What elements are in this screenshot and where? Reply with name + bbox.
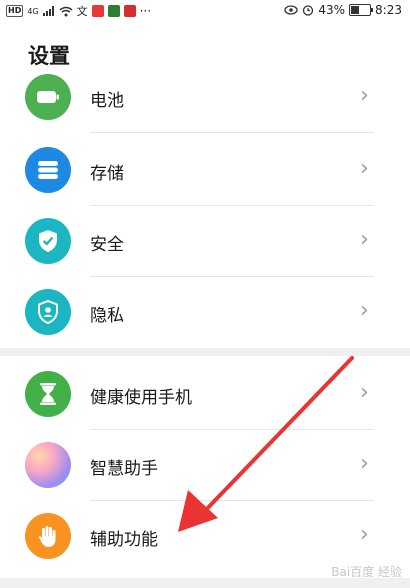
- signal-icon: [42, 6, 54, 16]
- status-bar: HD 4G 文 ··· 43% 8:23: [0, 0, 410, 22]
- settings-item-label: 健康使用手机: [90, 388, 192, 408]
- settings-item-digital-balance[interactable]: 健康使用手机 ›: [0, 359, 410, 430]
- shield-check-icon: [25, 218, 71, 264]
- settings-item-label: 隐私: [90, 306, 124, 326]
- settings-item-label: 智慧助手: [90, 459, 158, 479]
- hourglass-icon: [25, 371, 71, 417]
- settings-group-bottom: 健康使用手机 › 智慧助手 › 辅助功能 ›: [0, 356, 410, 578]
- battery-percent: 43%: [318, 3, 346, 17]
- divider: [90, 132, 374, 133]
- hand-icon: [25, 513, 71, 559]
- signal-label: 4G: [27, 6, 39, 16]
- wifi-icon: [59, 6, 73, 16]
- eye-icon: [284, 5, 299, 15]
- settings-item-battery[interactable]: 电池 ›: [0, 62, 410, 133]
- clock: 8:23: [375, 3, 402, 17]
- storage-icon: [25, 147, 71, 193]
- privacy-shield-icon: [25, 289, 71, 335]
- settings-item-security[interactable]: 安全 ›: [0, 206, 410, 277]
- chevron-right-icon: ›: [360, 451, 369, 476]
- watermark: Bai百度 经验: [331, 565, 402, 579]
- more-notifications-icon: ···: [139, 4, 152, 18]
- settings-item-accessibility[interactable]: 辅助功能 ›: [0, 501, 410, 572]
- settings-item-privacy[interactable]: 隐私 ›: [0, 277, 410, 348]
- message-icon: 文: [76, 5, 88, 18]
- chevron-right-icon: ›: [360, 156, 369, 181]
- status-left: HD 4G 文 ···: [6, 3, 151, 19]
- status-right: 43% 8:23: [284, 3, 402, 17]
- battery-icon: [25, 74, 71, 120]
- settings-item-smart-assistant[interactable]: 智慧助手 ›: [0, 430, 410, 501]
- app-notification-icon: [123, 5, 136, 17]
- alarm-icon: [303, 5, 314, 16]
- settings-item-storage[interactable]: 存储 ›: [0, 135, 410, 206]
- chevron-right-icon: ›: [360, 298, 369, 323]
- smart-assistant-icon: [25, 442, 71, 488]
- settings-group-top: 电池 › 存储 › 安全 › 隐私 ›: [0, 72, 410, 348]
- settings-item-label: 电池: [90, 91, 124, 111]
- chevron-right-icon: ›: [360, 522, 369, 547]
- chevron-right-icon: ›: [360, 83, 369, 108]
- network-badge: HD: [6, 5, 24, 17]
- settings-item-label: 存储: [90, 164, 124, 184]
- app-notification-icon: [91, 5, 104, 17]
- battery-icon: [349, 4, 374, 16]
- chevron-right-icon: ›: [360, 380, 369, 405]
- settings-item-label: 安全: [90, 235, 124, 255]
- chevron-right-icon: ›: [360, 227, 369, 252]
- settings-item-label: 辅助功能: [90, 530, 158, 550]
- app-notification-icon: [107, 5, 120, 17]
